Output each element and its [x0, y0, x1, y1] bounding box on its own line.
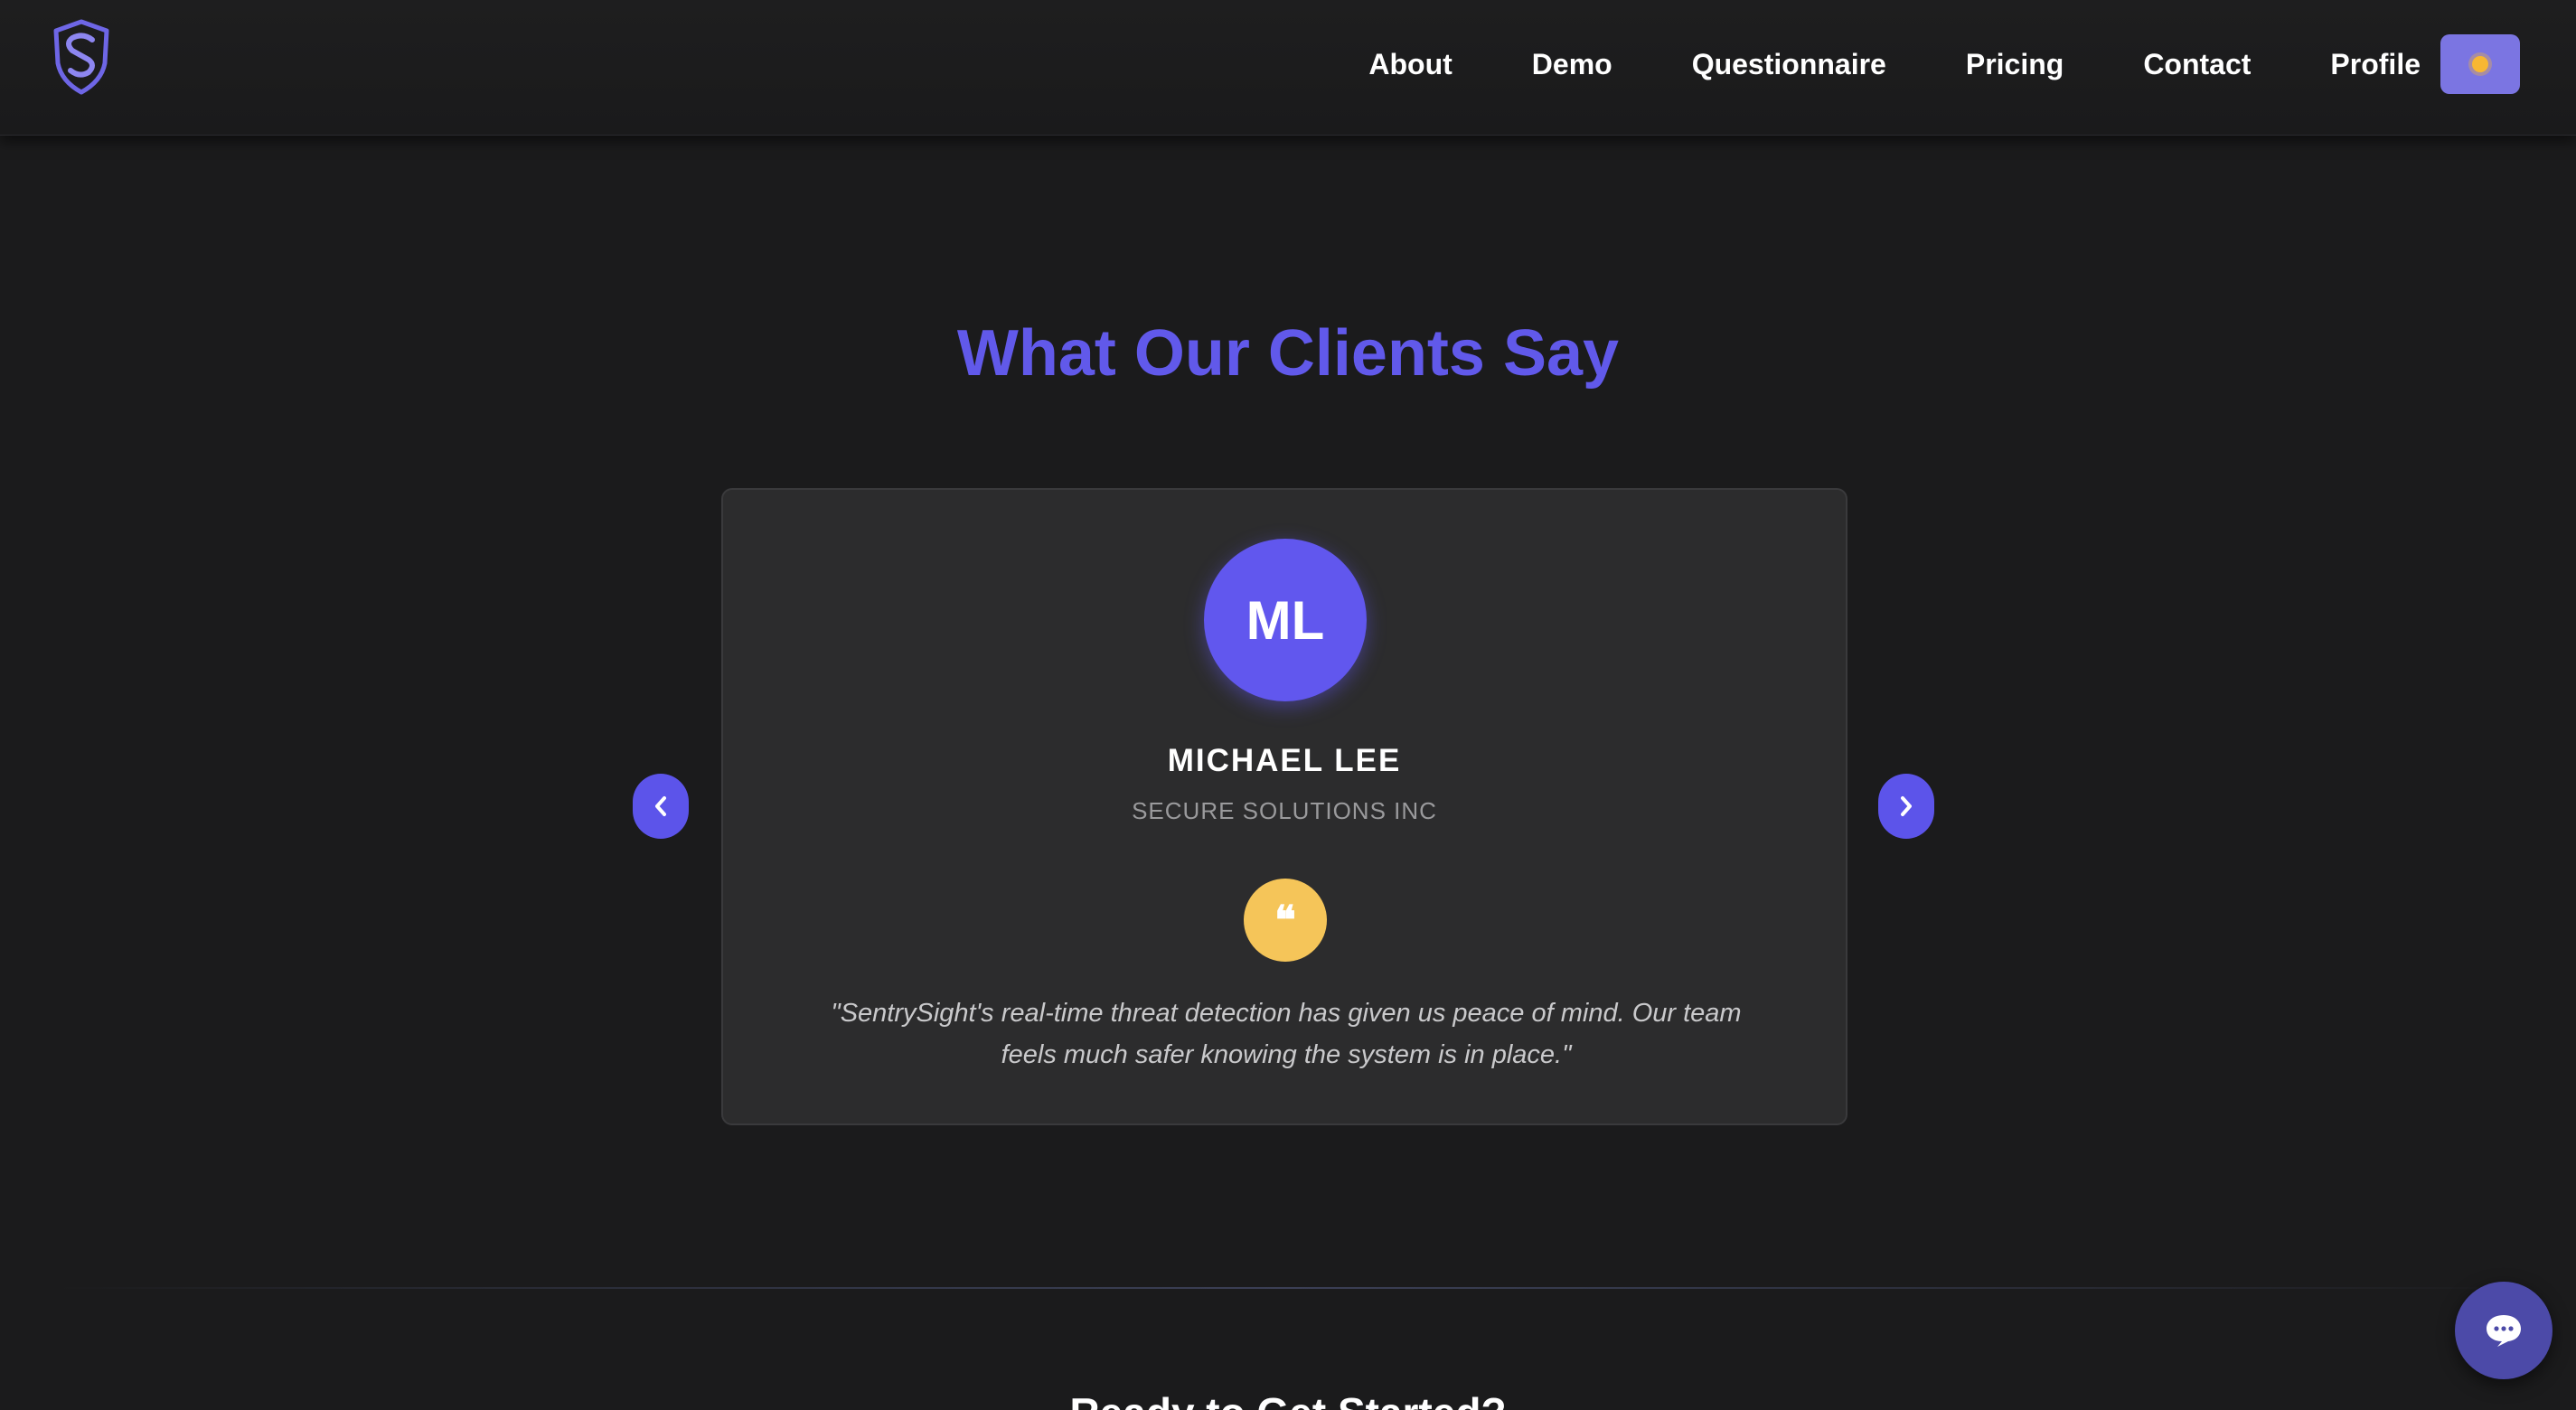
chat-button[interactable]: [2455, 1282, 2552, 1379]
nav-questionnaire[interactable]: Questionnaire: [1692, 48, 1886, 81]
theme-toggle-button[interactable]: [2440, 34, 2520, 94]
carousel-prev-button[interactable]: [633, 774, 689, 839]
nav-contact[interactable]: Contact: [2143, 48, 2251, 81]
quote-icon: ❝: [1244, 879, 1327, 962]
main-nav: About Demo Questionnaire Pricing Contact…: [1368, 0, 2576, 128]
testimonial-card: ML MICHAEL LEE SECURE SOLUTIONS INC ❝ "S…: [721, 488, 1847, 1125]
chevron-right-icon: [1901, 796, 1912, 816]
nav-about[interactable]: About: [1368, 48, 1452, 81]
carousel-next-button[interactable]: [1878, 774, 1934, 839]
site-header: About Demo Questionnaire Pricing Contact…: [0, 0, 2576, 136]
logo-icon[interactable]: [49, 18, 114, 96]
nav-profile[interactable]: Profile: [2330, 48, 2421, 81]
cta-heading: Ready to Get Started?: [0, 1388, 2576, 1410]
chat-bubble-icon: [2487, 1315, 2521, 1347]
nav-demo[interactable]: Demo: [1532, 48, 1612, 81]
sun-icon: [2472, 56, 2488, 72]
page: About Demo Questionnaire Pricing Contact…: [0, 0, 2576, 1410]
nav-pricing[interactable]: Pricing: [1966, 48, 2064, 81]
client-company: SECURE SOLUTIONS INC: [1132, 797, 1437, 824]
section-divider: [54, 1287, 2522, 1289]
avatar: ML: [1204, 539, 1367, 701]
section-title: What Our Clients Say: [956, 317, 1620, 390]
client-name: MICHAEL LEE: [1167, 743, 1402, 778]
chevron-left-icon: [655, 796, 666, 816]
testimonial-quote: "SentrySight's real-time threat detectio…: [831, 999, 1742, 1069]
